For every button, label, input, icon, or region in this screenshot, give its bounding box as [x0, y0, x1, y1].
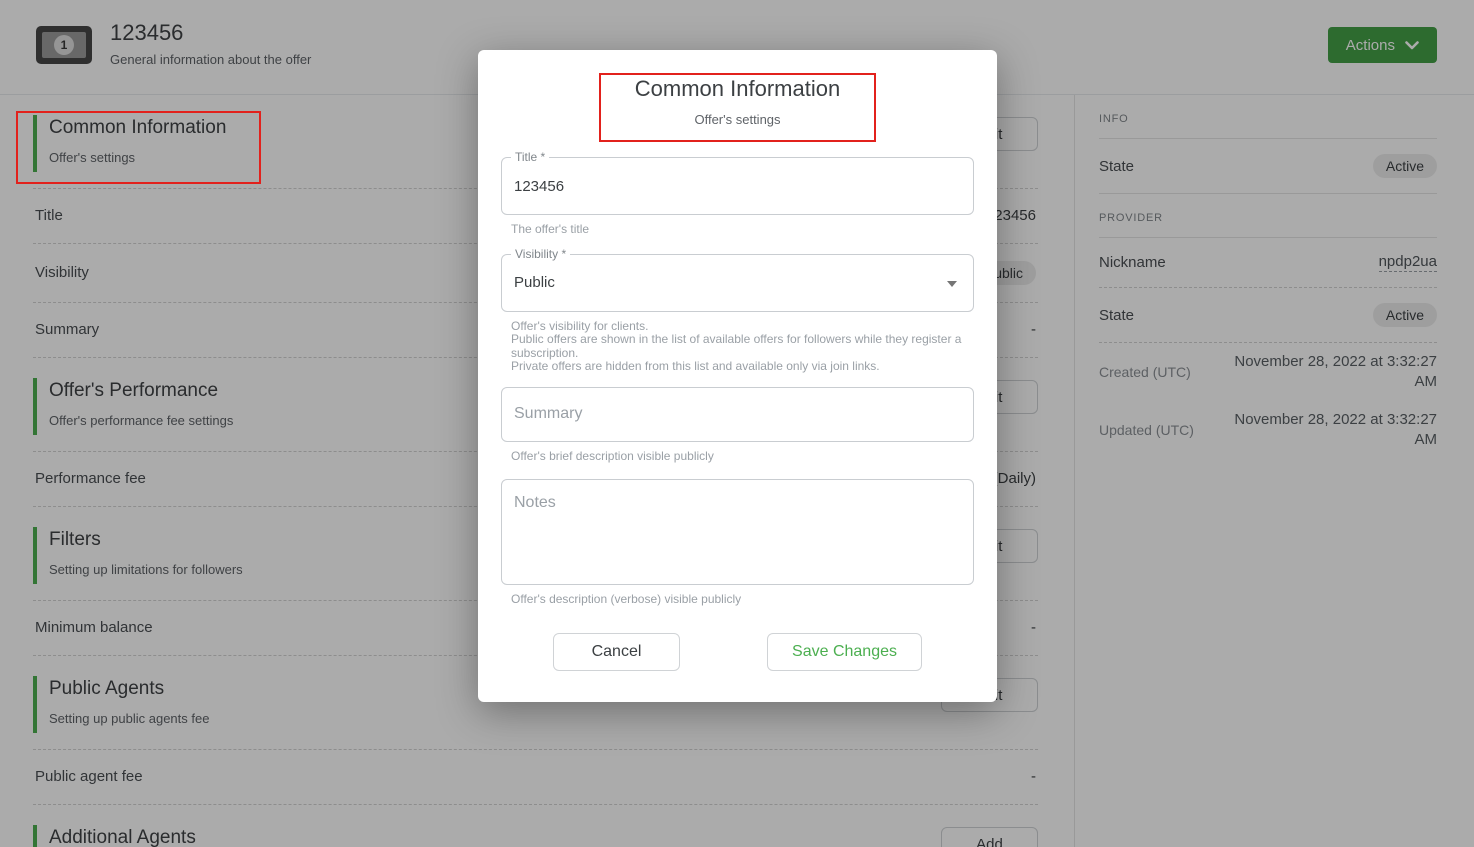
- select-dropdown-arrow-icon: [947, 281, 957, 287]
- title-field[interactable]: Title * 123456: [501, 157, 974, 215]
- notes-placeholder: Notes: [514, 494, 556, 512]
- summary-helper-text: Offer's brief description visible public…: [511, 450, 974, 464]
- modal-subtitle: Offer's settings: [501, 112, 974, 127]
- title-helper-text: The offer's title: [511, 223, 974, 237]
- notes-helper-text: Offer's description (verbose) visible pu…: [511, 593, 974, 607]
- visibility-helper-text: Offer's visibility for clients. Public o…: [511, 320, 974, 374]
- offer-page: 1 123456 General information about the o…: [0, 0, 1474, 847]
- title-field-label: Title *: [511, 150, 549, 164]
- save-changes-button[interactable]: Save Changes: [767, 633, 922, 671]
- visibility-select-label: Visibility *: [511, 247, 570, 261]
- summary-placeholder: Summary: [514, 405, 582, 423]
- modal-button-row: Cancel Save Changes: [501, 633, 974, 671]
- notes-field[interactable]: Notes: [501, 479, 974, 585]
- visibility-selected-value: Public: [514, 274, 961, 291]
- modal-title: Common Information: [501, 74, 974, 104]
- cancel-button[interactable]: Cancel: [553, 633, 680, 671]
- visibility-select[interactable]: Visibility * Public: [501, 254, 974, 312]
- summary-field[interactable]: Summary: [501, 387, 974, 442]
- title-input[interactable]: 123456: [514, 178, 961, 195]
- common-information-modal: Common Information Offer's settings Titl…: [478, 50, 997, 702]
